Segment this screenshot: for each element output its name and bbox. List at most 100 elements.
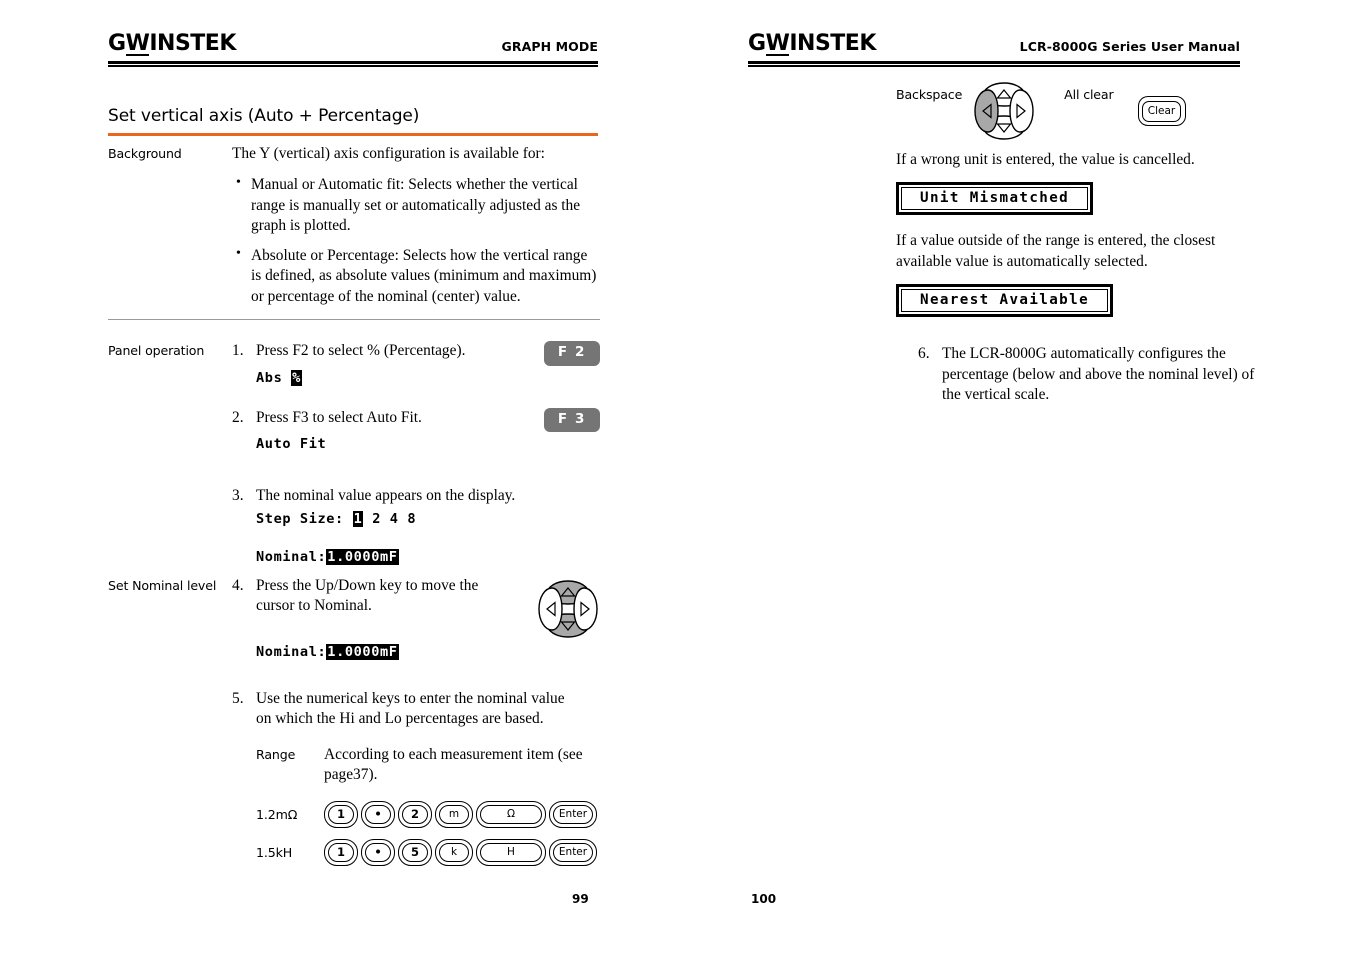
step-1-number: 1. xyxy=(232,342,244,359)
panel-operation-row: Panel operation 1. Press F2 to select % … xyxy=(108,341,600,566)
step-4-text: Press the Up/Down key to move the cursor… xyxy=(256,577,479,615)
list-item: Absolute or Percentage: Selects how the … xyxy=(232,245,600,307)
nominal-value: 1.0000mF xyxy=(326,549,399,566)
example-2-label: 1.5kH xyxy=(256,844,293,860)
background-label: Background xyxy=(108,146,182,161)
status-badge-nearest-available: Nearest Available xyxy=(896,284,1114,318)
right-page-body: If a wrong unit is entered, the value is… xyxy=(896,150,1256,406)
keypad-example-2: 1.5kH 1 • 5 k H Enter xyxy=(256,838,600,866)
step-3: 3. The nominal value appears on the disp… xyxy=(232,486,600,566)
step-2: 2. Press F3 to select Auto Fit. F 3 Auto… xyxy=(232,407,600,452)
key-henry[interactable]: H xyxy=(476,838,546,866)
step-size-display: Step Size: 1 2 4 8 xyxy=(256,511,600,528)
set-nominal-row: Set Nominal level 4. Press the Up/Down k… xyxy=(108,576,600,866)
logo-w: W xyxy=(765,31,790,56)
step-4: 4. Press the Up/Down key to move the cur… xyxy=(232,576,600,660)
key-dot[interactable]: • xyxy=(361,838,395,866)
percent-selected: % xyxy=(291,369,302,386)
key-ohm[interactable]: Ω xyxy=(476,800,546,828)
right-page-number: 100 xyxy=(751,892,777,906)
paragraph-2: If a value outside of the range is enter… xyxy=(896,232,1216,270)
nominal-display-step4: Nominal:1.0000mF xyxy=(256,644,600,660)
auto-fit-display: Auto Fit xyxy=(256,436,327,452)
background-row: Background The Y (vertical) axis configu… xyxy=(108,144,600,316)
page-title: Set vertical axis (Auto + Percentage) xyxy=(108,106,420,126)
background-bullet-list: Manual or Automatic fit: Selects whether… xyxy=(232,174,600,307)
backspace-allclear-group: Backspace All clear Clear xyxy=(896,80,1186,142)
step-4-number: 4. xyxy=(232,577,244,594)
nominal-display-step3: Nominal:1.0000mF xyxy=(256,549,600,566)
step-1-text: Press F2 to select % (Percentage). xyxy=(256,342,466,359)
key-2[interactable]: 2 xyxy=(398,800,432,828)
abs-percent-display: Abs % xyxy=(256,369,600,386)
step-5-text: Use the numerical keys to enter the nomi… xyxy=(256,690,565,728)
key-kilo[interactable]: k xyxy=(435,838,473,866)
step-size-selected: 1 xyxy=(352,511,364,528)
key-1[interactable]: 1 xyxy=(324,838,358,866)
panel-operation-label: Panel operation xyxy=(108,343,205,358)
header-rule xyxy=(108,60,598,67)
nominal-value: 1.0000mF xyxy=(326,644,399,660)
logo-instek: INSTEK xyxy=(149,31,236,56)
nearest-available-message: Nearest Available xyxy=(901,289,1109,313)
key-milli[interactable]: m xyxy=(435,800,473,828)
left-page-number: 99 xyxy=(572,892,589,906)
right-page-header: GWINSTEK LCR-8000G Series User Manual xyxy=(748,33,1240,67)
right-page: GWINSTEK LCR-8000G Series User Manual Ba… xyxy=(676,0,1351,954)
logo-w: W xyxy=(125,31,150,56)
right-header-title: LCR-8000G Series User Manual xyxy=(1019,38,1240,54)
example-1-label: 1.2mΩ xyxy=(256,806,298,822)
status-badge-unit-mismatched: Unit Mismatched xyxy=(896,182,1094,216)
logo-g: G xyxy=(748,31,766,56)
gw-instek-logo: GWINSTEK xyxy=(748,33,876,56)
f2-key-button[interactable]: F 2 xyxy=(543,341,600,366)
left-header-title: GRAPH MODE xyxy=(501,38,598,54)
clear-key-button[interactable]: Clear xyxy=(1137,96,1186,126)
nominal-label: Nominal: xyxy=(256,644,327,660)
step-6-text: The LCR-8000G automatically configures t… xyxy=(942,345,1255,404)
step-3-text: The nominal value appears on the display… xyxy=(256,487,516,504)
step-5: 5. Use the numerical keys to enter the n… xyxy=(232,689,600,866)
accent-rule xyxy=(108,133,598,137)
backspace-label: Backspace xyxy=(896,87,963,102)
section-divider xyxy=(108,319,600,320)
nominal-label: Nominal: xyxy=(256,549,327,566)
left-page-header: GWINSTEK GRAPH MODE xyxy=(108,33,598,67)
list-item: Manual or Automatic fit: Selects whether… xyxy=(232,174,600,236)
unit-mismatched-message: Unit Mismatched xyxy=(901,187,1089,211)
gw-instek-logo: GWINSTEK xyxy=(108,33,236,56)
step-2-number: 2. xyxy=(232,408,244,426)
f3-key-button[interactable]: F 3 xyxy=(543,407,600,432)
step-2-text: Press F3 to select Auto Fit. xyxy=(256,408,422,426)
step-3-number: 3. xyxy=(232,487,244,504)
keypad-row-1: 1 • 2 m Ω Enter xyxy=(324,800,597,828)
step-6-number: 6. xyxy=(918,345,930,363)
paragraph-1: If a wrong unit is entered, the value is… xyxy=(896,151,1195,168)
background-intro: The Y (vertical) axis configuration is a… xyxy=(232,145,545,162)
logo-g: G xyxy=(108,31,126,56)
step-1: 1. Press F2 to select % (Percentage). F … xyxy=(232,341,600,386)
step-6: 6. The LCR-8000G automatically configure… xyxy=(896,344,1256,405)
abs-label: Abs xyxy=(256,369,292,386)
all-clear-label: All clear xyxy=(1064,87,1114,102)
key-1[interactable]: 1 xyxy=(324,800,358,828)
set-nominal-label: Set Nominal level xyxy=(108,578,217,593)
keypad-example-1: 1.2mΩ 1 • 2 m Ω Enter xyxy=(256,800,600,828)
left-page: GWINSTEK GRAPH MODE Set vertical axis (A… xyxy=(0,0,676,954)
key-5[interactable]: 5 xyxy=(398,838,432,866)
logo-instek: INSTEK xyxy=(789,31,876,56)
step-size-label: Step Size: xyxy=(256,511,353,528)
key-enter[interactable]: Enter xyxy=(549,838,597,866)
range-row: Range According to each measurement item… xyxy=(256,745,600,786)
key-dot[interactable]: • xyxy=(361,800,395,828)
direction-pad[interactable] xyxy=(536,578,600,640)
header-rule xyxy=(748,60,1240,67)
keypad-row-2: 1 • 5 k H Enter xyxy=(324,838,597,866)
clear-key-label: Clear xyxy=(1142,100,1182,122)
range-text: According to each measurement item (see … xyxy=(324,745,583,784)
step-5-number: 5. xyxy=(232,690,244,707)
direction-pad-backspace[interactable] xyxy=(972,80,1036,142)
step-size-options: 2 4 8 xyxy=(363,511,417,528)
range-label: Range xyxy=(256,746,296,762)
key-enter[interactable]: Enter xyxy=(549,800,597,828)
